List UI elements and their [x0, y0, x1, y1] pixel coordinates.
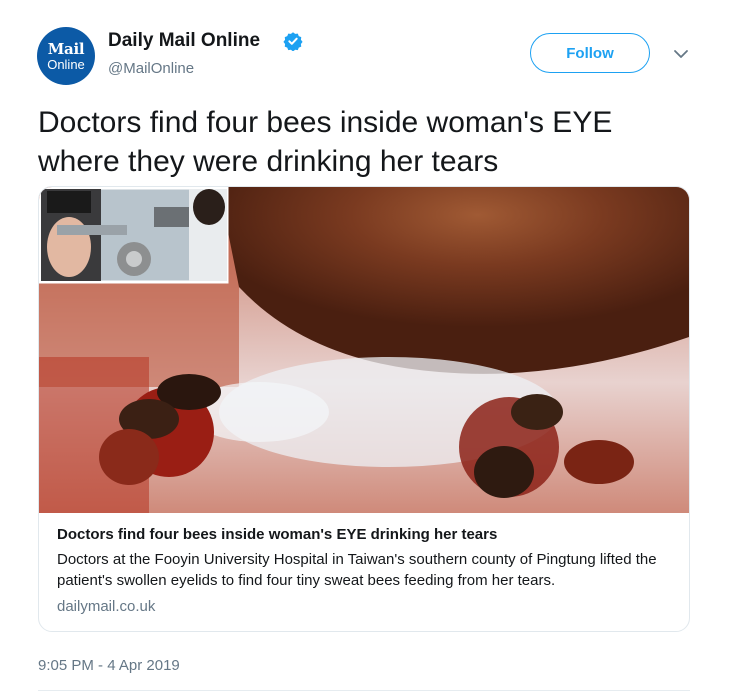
- verified-badge-icon: [283, 32, 303, 51]
- link-card[interactable]: Doctors find four bees inside woman's EY…: [38, 186, 690, 632]
- card-title[interactable]: Doctors find four bees inside woman's EY…: [57, 525, 677, 545]
- author-handle[interactable]: @MailOnline: [108, 60, 194, 77]
- divider: [38, 690, 690, 691]
- follow-button[interactable]: Follow: [530, 33, 650, 73]
- avatar-logo-line2: Online: [47, 56, 85, 72]
- card-domain[interactable]: dailymail.co.uk: [57, 598, 677, 615]
- tweet-text: Doctors find four bees inside woman's EY…: [38, 106, 613, 178]
- card-image: [39, 187, 689, 513]
- author-display-name[interactable]: Daily Mail Online: [108, 30, 260, 52]
- tweet-timestamp[interactable]: 9:05 PM - 4 Apr 2019: [38, 657, 180, 674]
- avatar[interactable]: Mail Online: [37, 27, 95, 85]
- avatar-logo-line1: Mail: [47, 39, 85, 58]
- chevron-down-icon[interactable]: [672, 45, 690, 63]
- card-description: Doctors at the Fooyin University Hospita…: [57, 551, 657, 589]
- card-body: Doctors find four bees inside woman's EY…: [57, 525, 677, 615]
